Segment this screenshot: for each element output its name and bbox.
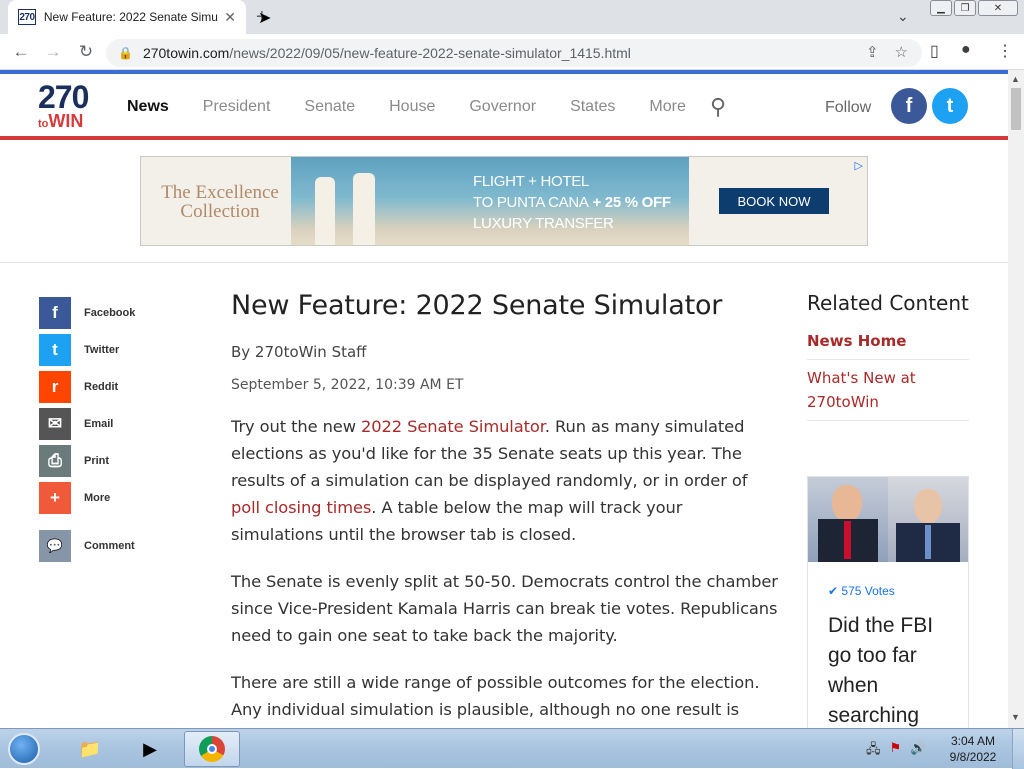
vertical-scrollbar[interactable]: ▲ ▼: [1008, 70, 1024, 728]
forward-arrow-icon[interactable]: →: [42, 41, 64, 63]
nav-item-senate[interactable]: Senate: [304, 98, 355, 116]
browser-toolbar: ← → ↻ 🔒 270towin.com/news/2022/09/05/new…: [0, 34, 1024, 70]
lock-icon: 🔒: [118, 46, 133, 60]
share-sidebar: f Facebook t Twitter r Reddit ✉ Email ⎙ …: [39, 297, 135, 567]
side-panel-icon[interactable]: ▯: [930, 41, 939, 61]
twitter-follow-icon[interactable]: t: [932, 88, 968, 124]
nav-item-news[interactable]: News: [127, 98, 169, 116]
minimize-button[interactable]: ▁: [930, 0, 952, 16]
share-comment[interactable]: 💬 Comment: [39, 530, 135, 562]
close-window-button[interactable]: ✕: [978, 0, 1018, 16]
article-paragraph: Try out the new 2022 Senate Simulator. R…: [231, 417, 748, 544]
vote-count: ✔ 575 Votes: [828, 584, 895, 598]
related-link-news-home[interactable]: News Home: [807, 323, 969, 360]
nav-item-more[interactable]: More: [649, 98, 685, 116]
senate-simulator-link[interactable]: 2022 Senate Simulator: [361, 417, 545, 436]
related-content: Related Content News Home What's New at …: [807, 290, 969, 421]
reddit-icon: r: [39, 371, 71, 403]
follow-label: Follow: [825, 99, 872, 116]
windows-taskbar: 📁 ▶ 🖧 ⚑ 🔊 3:04 AM 9/8/2022: [0, 728, 1024, 769]
article-paragraph: There are still a wide range of possible…: [231, 673, 760, 728]
bookmark-star-icon[interactable]: ☆: [895, 43, 908, 61]
nav-item-house[interactable]: House: [389, 98, 435, 116]
windows-logo-icon: [8, 733, 40, 765]
comment-icon: 💬: [39, 530, 71, 562]
print-icon: ⎙: [39, 445, 71, 477]
site-favicon-icon: 270: [18, 9, 36, 25]
site-logo[interactable]: 270 toWIN: [38, 81, 92, 134]
email-icon: ✉: [39, 408, 71, 440]
back-arrow-icon[interactable]: ←: [10, 41, 32, 63]
media-player-taskbar-icon[interactable]: ▶: [122, 731, 178, 767]
share-print[interactable]: ⎙ Print: [39, 445, 135, 477]
tab-search-chevron-icon[interactable]: ⌄: [897, 8, 909, 25]
twitter-icon: t: [39, 334, 71, 366]
taskbar-clock[interactable]: 3:04 AM 9/8/2022: [940, 733, 1006, 765]
address-bar[interactable]: 🔒 270towin.com/news/2022/09/05/new-featu…: [106, 39, 922, 67]
advertisement-banner[interactable]: The Excellence Collection FLIGHT + HOTEL…: [140, 156, 868, 246]
card-title[interactable]: Did the FBI go too far when searching: [828, 611, 958, 728]
site-header: 270 toWIN News President Senate House Go…: [0, 70, 1008, 140]
main-nav: News President Senate House Governor Sta…: [127, 98, 720, 116]
profile-avatar-icon[interactable]: ●: [961, 41, 971, 59]
nav-item-president[interactable]: President: [203, 98, 271, 116]
volume-icon[interactable]: 🔊: [910, 740, 926, 762]
show-desktop-button[interactable]: [1012, 729, 1024, 769]
card-photo: [808, 477, 968, 562]
browser-tab-bar: 270 New Feature: 2022 Senate Simulator ✕…: [0, 0, 1024, 34]
share-more[interactable]: + More: [39, 482, 135, 514]
scroll-up-icon: ▲: [1011, 74, 1020, 84]
tab-close-icon[interactable]: ✕: [224, 9, 236, 26]
tab-title: New Feature: 2022 Senate Simulator: [43, 10, 218, 24]
related-link-whats-new[interactable]: What's New at 270toWin: [807, 360, 969, 421]
reload-icon[interactable]: ↻: [75, 41, 97, 63]
nav-item-states[interactable]: States: [570, 98, 615, 116]
divider: [0, 262, 1008, 263]
page-viewport: 270 toWIN News President Senate House Go…: [0, 70, 1008, 728]
facebook-follow-icon[interactable]: f: [891, 88, 927, 124]
mouse-cursor-icon: ➤: [258, 10, 272, 27]
article: New Feature: 2022 Senate Simulator By 27…: [231, 290, 779, 728]
start-button[interactable]: [2, 730, 46, 768]
article-paragraph: The Senate is evenly split at 50-50. Dem…: [231, 572, 778, 645]
nav-item-governor[interactable]: Governor: [469, 98, 536, 116]
browser-tab[interactable]: 270 New Feature: 2022 Senate Simulator ✕: [8, 0, 246, 34]
network-icon[interactable]: 🖧: [866, 740, 881, 762]
chrome-taskbar-icon[interactable]: [184, 731, 240, 767]
verified-check-icon: ✔: [828, 584, 842, 598]
ad-copy: FLIGHT + HOTEL TO PUNTA CANA + 25 % OFF …: [473, 173, 671, 232]
article-title: New Feature: 2022 Senate Simulator: [231, 290, 723, 321]
menu-kebab-icon[interactable]: ⋮: [997, 41, 1013, 61]
poll-closing-times-link[interactable]: poll closing times: [231, 498, 371, 517]
window-controls: ▁ ❐ ✕: [930, 0, 1018, 16]
url-text: 270towin.com/news/2022/09/05/new-feature…: [142, 45, 631, 61]
scroll-down-icon: ▼: [1011, 712, 1020, 722]
share-email[interactable]: ✉ Email: [39, 408, 135, 440]
ad-brand-logo: The Excellence Collection: [161, 182, 279, 222]
adchoices-icon[interactable]: ▷: [855, 159, 863, 172]
book-now-button[interactable]: BOOK NOW: [719, 188, 829, 214]
explorer-taskbar-icon[interactable]: 📁: [62, 731, 118, 767]
search-icon[interactable]: ⚲: [710, 94, 726, 120]
share-twitter[interactable]: t Twitter: [39, 334, 135, 366]
article-date: September 5, 2022, 10:39 AM ET: [231, 377, 464, 393]
share-facebook[interactable]: f Facebook: [39, 297, 135, 329]
article-byline: By 270toWin Staff: [231, 343, 367, 361]
scroll-thumb[interactable]: [1011, 88, 1021, 130]
poll-card[interactable]: ✔ 575 Votes Did the FBI go too far when …: [807, 476, 969, 728]
plus-icon: +: [39, 482, 71, 514]
related-heading: Related Content: [807, 291, 969, 315]
facebook-icon: f: [39, 297, 71, 329]
share-icon[interactable]: ⇪: [866, 43, 879, 61]
share-reddit[interactable]: r Reddit: [39, 371, 135, 403]
restore-button[interactable]: ❐: [954, 0, 976, 16]
system-tray: 🖧 ⚑ 🔊: [866, 740, 926, 762]
flag-alert-icon[interactable]: ⚑: [890, 740, 902, 762]
